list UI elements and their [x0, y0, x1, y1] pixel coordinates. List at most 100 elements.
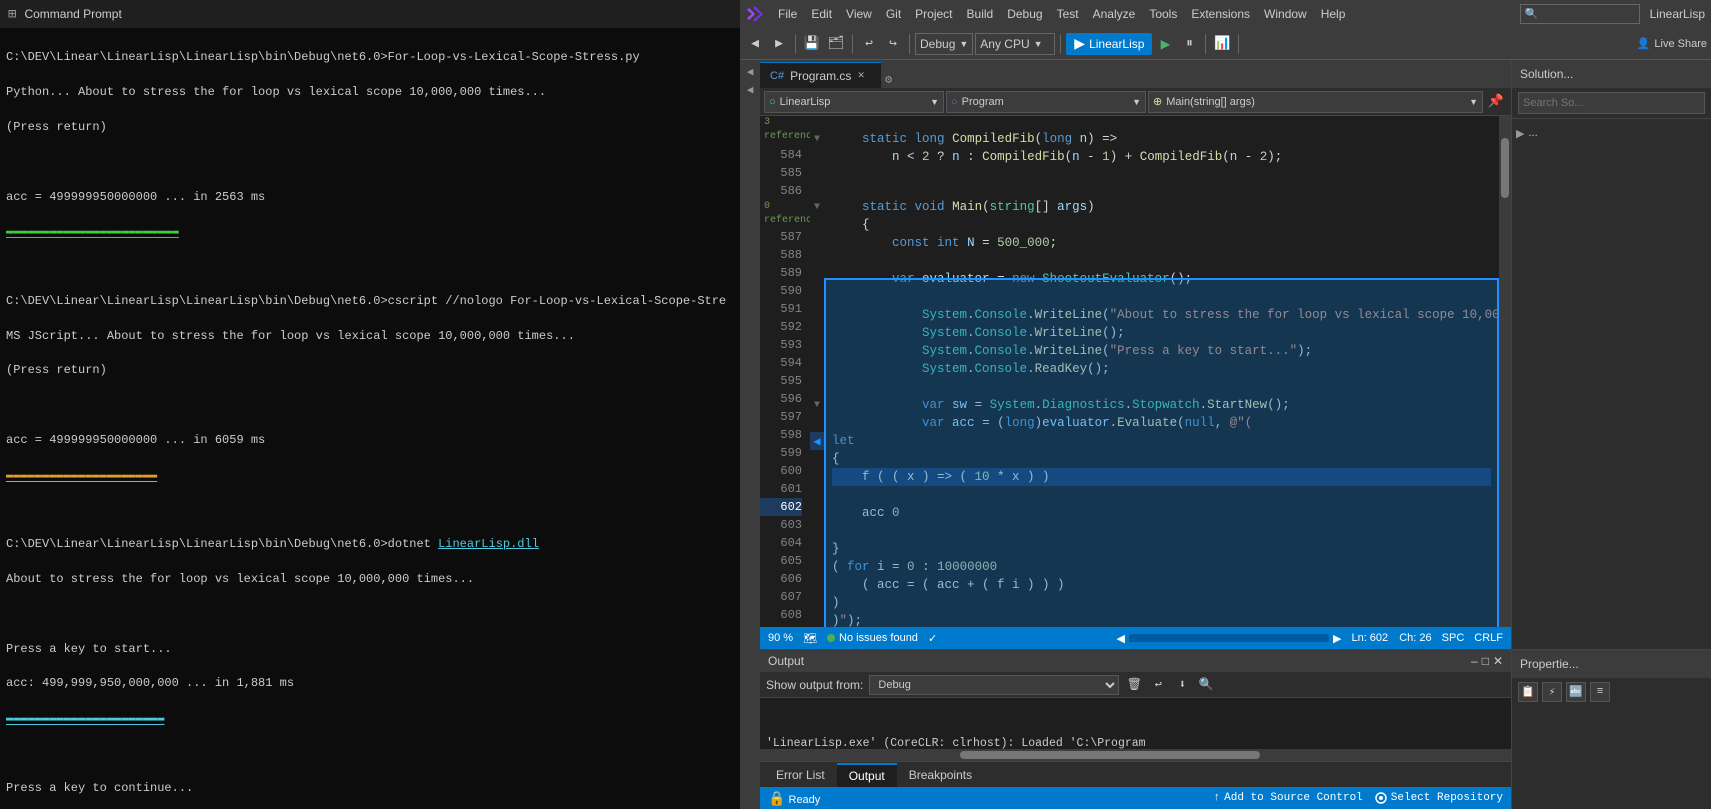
cmd-line: ▬▬▬▬▬▬▬▬▬▬▬▬▬▬▬▬▬▬▬▬▬▬▬▬	[6, 223, 734, 240]
menu-tools[interactable]: Tools	[1143, 5, 1183, 23]
menu-analyze[interactable]: Analyze	[1087, 5, 1142, 23]
cmd-line	[6, 397, 734, 414]
vs-panel: File Edit View Git Project Build Debug T…	[740, 0, 1711, 809]
code-line-603	[832, 486, 1491, 504]
toolbar-save[interactable]: 💾	[801, 33, 823, 55]
toolbar-undo[interactable]: ↩	[858, 33, 880, 55]
source-control-btn[interactable]: ↑ Add to Source Control	[1214, 792, 1363, 804]
cmd-line	[6, 502, 734, 519]
toolbar-diagnostics[interactable]: 📊	[1211, 33, 1233, 55]
output-find[interactable]: 🔍	[1197, 676, 1215, 694]
menu-help[interactable]: Help	[1315, 5, 1352, 23]
map-toggle[interactable]: 🗺	[803, 632, 817, 645]
code-line-591: var evaluator = new ShootoutEvaluator();	[832, 270, 1491, 288]
vs-menubar: File Edit View Git Project Build Debug T…	[740, 0, 1711, 28]
code-line-598: var sw = System.Diagnostics.Stopwatch.St…	[832, 396, 1491, 414]
editor-tabs: C# Program.cs ✕ ⚙	[760, 60, 1511, 88]
output-status-right: ↑ Add to Source Control Select Repositor…	[1214, 792, 1503, 804]
method-dropdown[interactable]: ⊕ Main(string[] args) ▼	[1148, 91, 1483, 113]
line-numbers: 3 references 584 585 586 0 references 58…	[760, 116, 810, 627]
menu-build[interactable]: Build	[961, 5, 1000, 23]
platform-dropdown[interactable]: Any CPU ▼	[975, 33, 1055, 55]
menu-project[interactable]: Project	[909, 5, 958, 23]
prop-icon-4[interactable]: ≡	[1590, 682, 1610, 702]
cmd-line: MS JScript... About to stress the for lo…	[6, 328, 734, 345]
vertical-scrollbar[interactable]	[1499, 116, 1511, 627]
navbar-pin[interactable]: 📌	[1485, 91, 1507, 113]
output-minimize[interactable]: –	[1471, 654, 1478, 668]
prop-icon-3[interactable]: 🔤	[1566, 682, 1586, 702]
output-source-dropdown[interactable]: Debug	[869, 675, 1119, 695]
cmd-content: C:\DEV\Linear\LinearLisp\LinearLisp\bin\…	[0, 28, 740, 809]
cmd-line: (Press return)	[6, 119, 734, 136]
sidebar-expand-icon2[interactable]: ◀	[742, 82, 758, 98]
toolbar-sep-1	[795, 34, 796, 54]
solution-search-input[interactable]	[1518, 92, 1705, 114]
tab-error-list[interactable]: Error List	[764, 763, 837, 787]
tab-output[interactable]: Output	[837, 763, 897, 787]
cmd-title-text: Command Prompt	[24, 7, 121, 21]
tab-breakpoints[interactable]: Breakpoints	[897, 763, 984, 787]
live-share-label[interactable]: 👤 Live Share	[1637, 37, 1707, 50]
menu-view[interactable]: View	[840, 5, 878, 23]
menu-extensions[interactable]: Extensions	[1185, 5, 1256, 23]
config-dropdown[interactable]: Debug ▼	[915, 33, 973, 55]
vs-logo	[746, 4, 766, 24]
cmd-line	[6, 258, 734, 275]
cmd-line: About to stress the for loop vs lexical …	[6, 571, 734, 588]
output-scrollbar-h[interactable]	[760, 749, 1511, 761]
cmd-line: acc: 499,999,950,000,000 ... in 1,881 ms	[6, 675, 734, 692]
toolbar-save-all[interactable]: 🗂	[825, 33, 847, 55]
prop-icon-2[interactable]: ⚡	[1542, 682, 1562, 702]
check-icon[interactable]: ✓	[928, 632, 937, 645]
solution-search-area	[1512, 88, 1711, 119]
menu-edit[interactable]: Edit	[805, 5, 838, 23]
code-line-599: var acc = (long)evaluator.Evaluate(null,…	[832, 414, 1491, 432]
output-close[interactable]: ✕	[1493, 654, 1503, 668]
toolbar-play-alt[interactable]: ▶	[1154, 33, 1176, 55]
menu-debug[interactable]: Debug	[1001, 5, 1048, 23]
toolbar-back[interactable]: ◀	[744, 33, 766, 55]
prop-icon-1[interactable]: 📋	[1518, 682, 1538, 702]
menu-test[interactable]: Test	[1051, 5, 1085, 23]
tab-program-cs[interactable]: C# Program.cs ✕	[760, 62, 881, 88]
fold-587[interactable]: ▼	[810, 198, 824, 216]
fold-599[interactable]: ▼	[810, 396, 824, 414]
solution-item-1[interactable]: ▶ ...	[1512, 123, 1711, 143]
vs-search-box[interactable]	[1520, 4, 1640, 24]
cmd-line: Python... About to stress the for loop v…	[6, 84, 734, 101]
output-title-label: Output	[768, 654, 804, 668]
code-line-605	[832, 522, 1491, 540]
fold-584[interactable]: ▼	[810, 130, 824, 148]
tab-label: Program.cs	[790, 69, 851, 83]
toolbar-redo[interactable]: ↪	[882, 33, 904, 55]
menu-window[interactable]: Window	[1258, 5, 1313, 23]
menu-file[interactable]: File	[772, 5, 803, 23]
output-maximize[interactable]: □	[1482, 654, 1489, 668]
play-button[interactable]: ▶ LinearLisp	[1066, 33, 1152, 55]
output-toolbar: Show output from: Debug 🗑 ↩ ⬇ 🔍	[760, 672, 1511, 698]
menu-git[interactable]: Git	[880, 5, 907, 23]
code-line-584: static long CompiledFib(long n) =>	[832, 130, 1491, 148]
code-content[interactable]: static long CompiledFib(long n) => n < 2…	[824, 116, 1499, 627]
code-line-596: System.Console.ReadKey();	[832, 360, 1491, 378]
vs-search-input[interactable]	[1525, 8, 1615, 20]
toolbar-pause[interactable]: ⏸	[1178, 33, 1200, 55]
editor-code-area[interactable]: 3 references 584 585 586 0 references 58…	[760, 116, 1511, 627]
sidebar-expand-icon[interactable]: ◀	[742, 64, 758, 80]
member-dropdown[interactable]: ○ Program ▼	[946, 91, 1146, 113]
fold-column: ▼ ▼ ▼	[810, 116, 824, 627]
tab-settings-icon[interactable]: ⚙	[885, 70, 892, 88]
code-line-609: )	[832, 594, 1491, 612]
toolbar-forward[interactable]: ▶	[768, 33, 790, 55]
output-title-controls: – □ ✕	[1471, 654, 1503, 668]
cmd-line	[6, 154, 734, 171]
class-dropdown[interactable]: ○ LinearLisp ▼	[764, 91, 944, 113]
editor-statusbar: 90 % 🗺 No issues found ✓ ◀ ▶ Ln: 602 Ch:…	[760, 627, 1511, 649]
output-wrap[interactable]: ↩	[1149, 676, 1167, 694]
properties-panel: Propertie... 📋 ⚡ 🔤 ≡	[1512, 649, 1711, 809]
select-repo-btn[interactable]: Select Repository	[1375, 792, 1503, 804]
output-scroll-end[interactable]: ⬇	[1173, 676, 1191, 694]
output-clear[interactable]: 🗑	[1125, 676, 1143, 694]
cmd-line	[6, 745, 734, 762]
